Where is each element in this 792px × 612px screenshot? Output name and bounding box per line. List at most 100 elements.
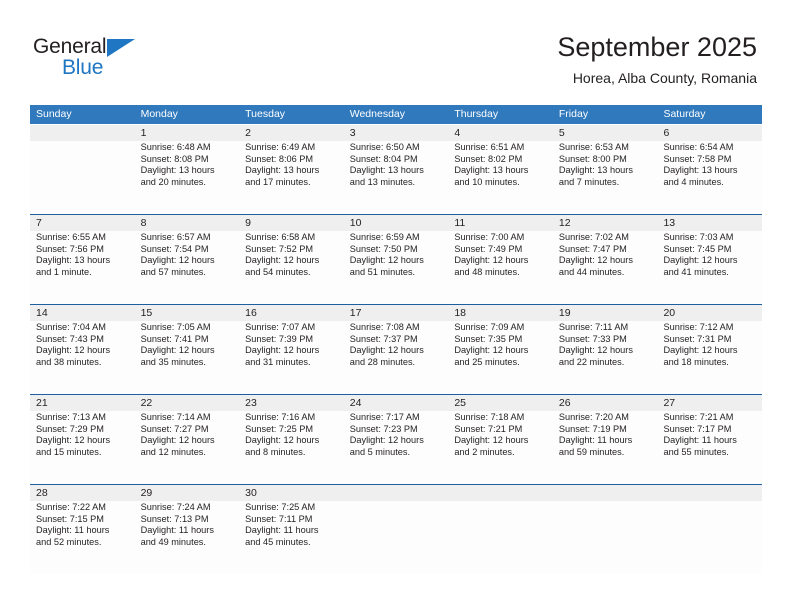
day-number[interactable]: 11 bbox=[448, 215, 553, 231]
sunset-text: Sunset: 7:35 PM bbox=[454, 333, 523, 344]
page-title: September 2025 bbox=[557, 32, 757, 62]
day-number[interactable] bbox=[344, 485, 449, 501]
day-cell[interactable]: Sunrise: 7:04 AM Sunset: 7:43 PM Dayligh… bbox=[30, 321, 135, 394]
day-cell[interactable]: Sunrise: 7:22 AM Sunset: 7:15 PM Dayligh… bbox=[30, 501, 135, 574]
daylight-text-line2: and 48 minutes. bbox=[454, 267, 520, 278]
day-cell[interactable]: Sunrise: 6:48 AM Sunset: 8:08 PM Dayligh… bbox=[135, 141, 240, 214]
sunrise-text: Sunrise: 7:08 AM bbox=[349, 322, 420, 332]
day-number[interactable]: 26 bbox=[553, 395, 658, 411]
day-number[interactable]: 4 bbox=[448, 125, 553, 141]
day-number[interactable]: 30 bbox=[239, 485, 344, 501]
day-number[interactable]: 2 bbox=[239, 125, 344, 141]
day-cell[interactable]: Sunrise: 6:59 AM Sunset: 7:50 PM Dayligh… bbox=[344, 231, 449, 304]
day-cell[interactable]: Sunrise: 6:57 AM Sunset: 7:54 PM Dayligh… bbox=[135, 231, 240, 304]
daylight-text-line2: and 4 minutes. bbox=[663, 177, 724, 188]
day-cell[interactable]: Sunrise: 7:20 AM Sunset: 7:19 PM Dayligh… bbox=[553, 411, 658, 484]
day-number[interactable]: 15 bbox=[135, 305, 240, 321]
sunrise-text: Sunrise: 6:50 AM bbox=[349, 142, 420, 152]
day-cell[interactable]: Sunrise: 7:03 AM Sunset: 7:45 PM Dayligh… bbox=[657, 231, 762, 304]
day-number[interactable]: 18 bbox=[448, 305, 553, 321]
day-cell[interactable] bbox=[344, 501, 449, 574]
day-number[interactable]: 14 bbox=[30, 305, 135, 321]
day-number[interactable] bbox=[657, 485, 762, 501]
daylight-text-line2: and 22 minutes. bbox=[558, 357, 625, 368]
daylight-text-line2: and 12 minutes. bbox=[140, 447, 206, 458]
day-cell[interactable]: Sunrise: 7:24 AM Sunset: 7:13 PM Dayligh… bbox=[135, 501, 240, 574]
day-cell[interactable]: Sunrise: 7:21 AM Sunset: 7:17 PM Dayligh… bbox=[657, 411, 762, 484]
day-cell[interactable]: Sunrise: 6:58 AM Sunset: 7:52 PM Dayligh… bbox=[239, 231, 344, 304]
day-number[interactable]: 22 bbox=[135, 395, 240, 411]
day-number[interactable]: 17 bbox=[344, 305, 449, 321]
sunset-text: Sunset: 7:19 PM bbox=[558, 423, 627, 434]
day-cell[interactable]: Sunrise: 6:50 AM Sunset: 8:04 PM Dayligh… bbox=[344, 141, 449, 214]
day-number[interactable]: 13 bbox=[657, 215, 762, 231]
day-cell[interactable] bbox=[30, 141, 135, 214]
day-detail-band: Sunrise: 7:04 AM Sunset: 7:43 PM Dayligh… bbox=[30, 321, 762, 394]
day-number[interactable]: 9 bbox=[239, 215, 344, 231]
day-number[interactable]: 16 bbox=[239, 305, 344, 321]
daylight-text-line1: Daylight: 13 hours bbox=[454, 165, 529, 176]
sunset-text: Sunset: 8:04 PM bbox=[349, 153, 418, 164]
daylight-text-line1: Daylight: 12 hours bbox=[349, 435, 424, 446]
day-number[interactable]: 23 bbox=[239, 395, 344, 411]
daylight-text-line1: Daylight: 12 hours bbox=[245, 345, 320, 356]
day-cell[interactable]: Sunrise: 7:05 AM Sunset: 7:41 PM Dayligh… bbox=[135, 321, 240, 394]
day-number[interactable]: 1 bbox=[135, 125, 240, 141]
day-cell[interactable]: Sunrise: 7:07 AM Sunset: 7:39 PM Dayligh… bbox=[239, 321, 344, 394]
day-cell[interactable]: Sunrise: 7:08 AM Sunset: 7:37 PM Dayligh… bbox=[344, 321, 449, 394]
day-number[interactable]: 24 bbox=[344, 395, 449, 411]
day-number[interactable]: 6 bbox=[657, 125, 762, 141]
daylight-text-line2: and 10 minutes. bbox=[454, 177, 520, 188]
day-number[interactable]: 5 bbox=[553, 125, 658, 141]
day-cell[interactable]: Sunrise: 6:49 AM Sunset: 8:06 PM Dayligh… bbox=[239, 141, 344, 214]
day-cell[interactable]: Sunrise: 7:16 AM Sunset: 7:25 PM Dayligh… bbox=[239, 411, 344, 484]
day-cell[interactable]: Sunrise: 7:02 AM Sunset: 7:47 PM Dayligh… bbox=[553, 231, 658, 304]
day-cell[interactable]: Sunrise: 6:55 AM Sunset: 7:56 PM Dayligh… bbox=[30, 231, 135, 304]
day-detail-band: Sunrise: 7:22 AM Sunset: 7:15 PM Dayligh… bbox=[30, 501, 762, 574]
day-cell[interactable]: Sunrise: 7:09 AM Sunset: 7:35 PM Dayligh… bbox=[448, 321, 553, 394]
day-number[interactable] bbox=[30, 125, 135, 141]
day-number[interactable]: 25 bbox=[448, 395, 553, 411]
day-number[interactable]: 29 bbox=[135, 485, 240, 501]
day-cell[interactable]: Sunrise: 7:18 AM Sunset: 7:21 PM Dayligh… bbox=[448, 411, 553, 484]
day-number[interactable]: 19 bbox=[553, 305, 658, 321]
day-detail-band: Sunrise: 6:55 AM Sunset: 7:56 PM Dayligh… bbox=[30, 231, 762, 304]
day-cell[interactable]: Sunrise: 6:54 AM Sunset: 7:58 PM Dayligh… bbox=[657, 141, 762, 214]
day-cell[interactable]: Sunrise: 7:17 AM Sunset: 7:23 PM Dayligh… bbox=[344, 411, 449, 484]
daylight-text-line2: and 18 minutes. bbox=[663, 357, 729, 368]
day-cell[interactable]: Sunrise: 7:11 AM Sunset: 7:33 PM Dayligh… bbox=[553, 321, 658, 394]
day-cell[interactable]: Sunrise: 6:51 AM Sunset: 8:02 PM Dayligh… bbox=[448, 141, 553, 214]
calendar-week-row: 1 2 3 4 5 6 Sunrise: 6:48 AM Sunset: 8:0… bbox=[30, 124, 762, 214]
sunrise-text: Sunrise: 7:24 AM bbox=[140, 502, 211, 512]
day-number[interactable]: 27 bbox=[657, 395, 762, 411]
weekday-header-friday: Friday bbox=[558, 108, 589, 120]
day-number[interactable] bbox=[448, 485, 553, 501]
day-cell[interactable]: Sunrise: 6:53 AM Sunset: 8:00 PM Dayligh… bbox=[553, 141, 658, 214]
day-number[interactable]: 8 bbox=[135, 215, 240, 231]
daylight-text-line1: Daylight: 11 hours bbox=[245, 525, 319, 536]
sunrise-text: Sunrise: 7:14 AM bbox=[140, 412, 211, 422]
day-number[interactable] bbox=[553, 485, 658, 501]
day-cell[interactable]: Sunrise: 7:12 AM Sunset: 7:31 PM Dayligh… bbox=[657, 321, 762, 394]
day-number[interactable]: 21 bbox=[30, 395, 135, 411]
day-cell[interactable] bbox=[448, 501, 553, 574]
daylight-text-line1: Daylight: 12 hours bbox=[454, 345, 529, 356]
day-number[interactable]: 3 bbox=[344, 125, 449, 141]
day-cell[interactable] bbox=[553, 501, 658, 574]
day-cell[interactable]: Sunrise: 7:14 AM Sunset: 7:27 PM Dayligh… bbox=[135, 411, 240, 484]
day-cell[interactable]: Sunrise: 7:13 AM Sunset: 7:29 PM Dayligh… bbox=[30, 411, 135, 484]
sunrise-text: Sunrise: 7:25 AM bbox=[245, 502, 316, 512]
sunset-text: Sunset: 7:13 PM bbox=[140, 513, 209, 524]
sunset-text: Sunset: 7:23 PM bbox=[349, 423, 418, 434]
day-number[interactable]: 28 bbox=[30, 485, 135, 501]
day-cell[interactable]: Sunrise: 7:00 AM Sunset: 7:49 PM Dayligh… bbox=[448, 231, 553, 304]
day-cell[interactable] bbox=[657, 501, 762, 574]
day-number[interactable]: 7 bbox=[30, 215, 135, 231]
day-number[interactable]: 10 bbox=[344, 215, 449, 231]
sunrise-text: Sunrise: 7:05 AM bbox=[140, 322, 211, 332]
day-number[interactable]: 12 bbox=[553, 215, 658, 231]
sunrise-text: Sunrise: 6:51 AM bbox=[454, 142, 525, 152]
day-cell[interactable]: Sunrise: 7:25 AM Sunset: 7:11 PM Dayligh… bbox=[239, 501, 344, 574]
day-number[interactable]: 20 bbox=[657, 305, 762, 321]
sunset-text: Sunset: 7:27 PM bbox=[140, 423, 209, 434]
